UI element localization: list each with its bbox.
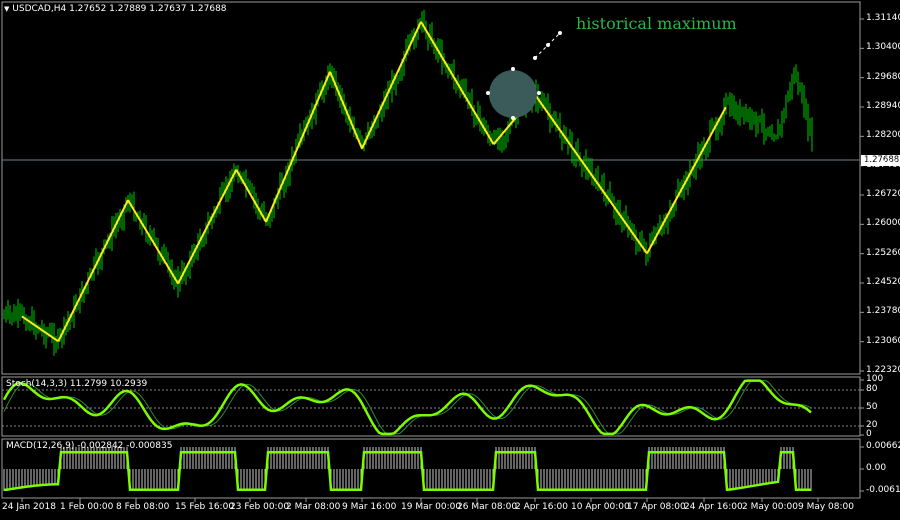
historical-max-label: historical maximum (576, 14, 737, 33)
time-axis-label: 2 Apr 16:00 (515, 502, 568, 512)
price-axis-label: 1.28940 (866, 101, 900, 111)
highlight-handle[interactable] (537, 91, 541, 95)
symbol-info: ▼ USDCAD,H4 1.27652 1.27889 1.27637 1.27… (4, 4, 227, 15)
highlight-handle[interactable] (486, 91, 490, 95)
stoch-level-label: 0 (866, 429, 872, 439)
price-axis-label: 1.26000 (866, 218, 900, 229)
arrow-handle[interactable] (558, 31, 562, 35)
time-axis-label: 8 Feb 08:00 (116, 502, 170, 512)
time-axis-label: 2 May 00:00 (742, 502, 798, 512)
time-axis-label: 23 Feb 00:00 (230, 502, 290, 512)
time-axis-label: 17 Apr 08:00 (627, 502, 686, 512)
time-axis-label: 24 Apr 16:00 (684, 502, 743, 512)
stoch-label: Stoch(14,3,3) 11.2799 10.2939 (6, 379, 148, 389)
price-axis-label: 1.27460 (866, 159, 900, 170)
time-axis-label: 9 May 08:00 (798, 502, 854, 512)
symbol-line: USDCAD,H4 1.27652 1.27889 1.27637 1.2768… (12, 4, 227, 14)
chart-window[interactable]: ▼ USDCAD,H4 1.27652 1.27889 1.27637 1.27… (0, 0, 900, 516)
macd-level-label: -0.00611 (866, 485, 900, 495)
time-axis-label: 19 Mar 00:00 (401, 502, 462, 512)
price-axis-label: 1.24520 (866, 277, 900, 287)
macd-level-label: 0.00 (866, 463, 887, 473)
arrow-handle[interactable] (533, 56, 537, 60)
arrow-handle[interactable] (546, 43, 550, 47)
time-axis-label: 24 Jan 2018 (2, 502, 56, 512)
stoch-level-label: 80 (866, 384, 878, 394)
time-axis-label: 26 Mar 08:00 (457, 502, 518, 512)
price-axis-label: 1.28200 (866, 130, 900, 141)
historical-max-highlight (489, 70, 537, 118)
time-axis-label: 15 Feb 16:00 (175, 502, 235, 512)
price-axis-label: 1.23780 (866, 306, 900, 317)
price-axis-label: 1.26720 (866, 189, 900, 199)
main-panel-frame (1, 1, 861, 375)
price-axis-label: 1.30400 (866, 42, 900, 53)
time-axis-label: 2 Mar 08:00 (286, 502, 341, 512)
price-axis-label: 1.25260 (866, 247, 900, 258)
time-axis-label: 9 Mar 16:00 (342, 502, 397, 512)
macd-label: MACD(12,26,9) -0.002842 -0.000835 (6, 441, 173, 451)
time-axis-label: 1 Feb 00:00 (60, 502, 114, 512)
chart-canvas[interactable] (0, 0, 900, 516)
time-axis-label: 10 Apr 00:00 (571, 502, 630, 512)
stoch-level-label: 50 (866, 402, 878, 412)
macd-level-label: 0.006629 (866, 441, 900, 451)
collapse-triangle-icon[interactable]: ▼ (4, 5, 9, 13)
highlight-handle[interactable] (511, 67, 515, 71)
price-axis-label: 1.31140 (866, 13, 900, 23)
price-axis-label: 1.23060 (866, 335, 900, 346)
price-axis-label: 1.29680 (866, 71, 900, 82)
highlight-handle[interactable] (511, 116, 515, 120)
